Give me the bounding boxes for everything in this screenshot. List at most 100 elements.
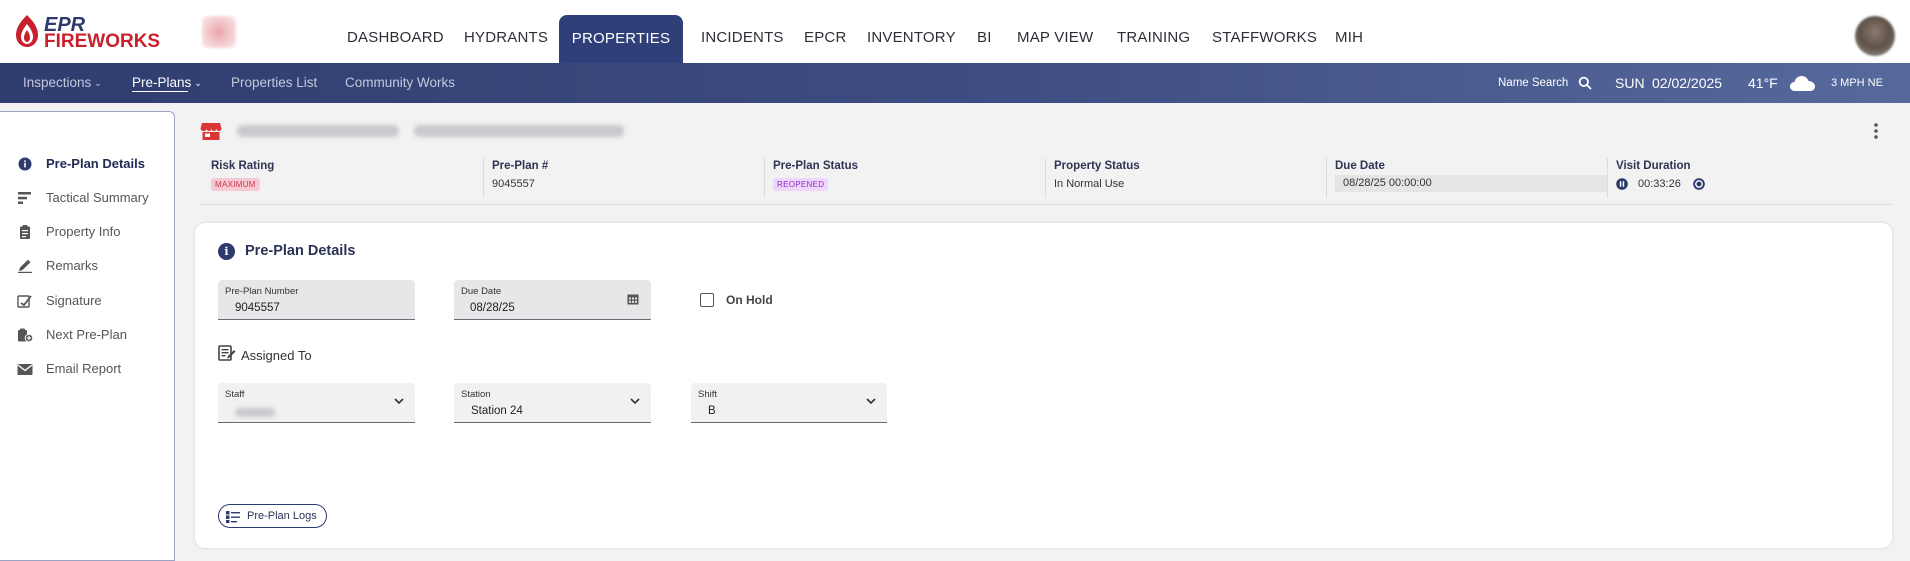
pencil-icon <box>18 259 32 273</box>
nav-properties[interactable]: PROPERTIES <box>559 15 683 63</box>
sidebar-item-next-pre-plan[interactable]: Next Pre-Plan <box>0 322 174 348</box>
preplan-number-value: 9045557 <box>492 178 535 190</box>
next-plan-icon <box>18 328 33 342</box>
flame-logo-icon <box>16 15 38 47</box>
subnav-pre-plans-label: Pre-Plans <box>132 75 192 90</box>
nav-hydrants[interactable]: HYDRANTS <box>464 0 548 63</box>
more-options-icon[interactable] <box>1868 120 1884 142</box>
pre-plan-logs-button[interactable]: Pre-Plan Logs <box>218 504 327 528</box>
info-icon: i <box>218 243 235 260</box>
due-date-input[interactable]: Due Date 08/28/25 <box>454 280 651 320</box>
subnav-inspections-label: Inspections <box>23 75 92 90</box>
property-name-redacted <box>237 125 399 137</box>
sidebar-item-remarks[interactable]: Remarks <box>0 253 174 279</box>
preplan-status-label: Pre-Plan Status <box>773 160 858 172</box>
subnav-inspections[interactable]: Inspections ⌄ <box>23 63 102 103</box>
visit-duration-field: Visit Duration 00:33:26 <box>1616 160 1705 200</box>
field-label: Due Date <box>461 286 502 297</box>
top-bar: EPR FIREWORKS DASHBOARD HYDRANTS PROPERT… <box>0 0 1910 63</box>
column-divider <box>764 158 765 198</box>
active-underline <box>132 91 188 92</box>
search-icon[interactable] <box>1578 76 1592 90</box>
pre-plan-logs-label: Pre-Plan Logs <box>247 510 317 522</box>
due-date-field: Due Date 08/28/25 00:00:00 <box>1335 160 1607 200</box>
column-divider <box>1045 158 1046 198</box>
sidebar-item-label: Tactical Summary <box>46 190 149 205</box>
column-divider <box>1607 158 1608 198</box>
column-divider <box>1326 158 1327 198</box>
field-label: Shift <box>698 389 718 400</box>
preplan-number-label: Pre-Plan # <box>492 160 549 172</box>
preplan-number-input[interactable]: Pre-Plan Number 9045557 <box>218 280 415 320</box>
due-date-label: Due Date <box>1335 160 1385 172</box>
nav-staffworks[interactable]: STAFFWORKS <box>1212 0 1317 63</box>
app-logo[interactable]: EPR FIREWORKS <box>14 12 160 52</box>
stop-icon[interactable] <box>1693 178 1705 190</box>
sidebar-item-email-report[interactable]: Email Report <box>0 356 174 382</box>
name-search-label[interactable]: Name Search <box>1498 63 1568 103</box>
nav-inventory[interactable]: INVENTORY <box>867 0 956 63</box>
chevron-down-icon <box>866 398 876 405</box>
subnav-community-works[interactable]: Community Works <box>345 63 455 103</box>
sidebar-item-label: Remarks <box>46 258 99 273</box>
visit-duration-value: 00:33:26 <box>1638 178 1681 190</box>
sidebar-item-tactical-summary[interactable]: Tactical Summary <box>0 185 174 211</box>
column-divider <box>483 158 484 198</box>
on-hold-checkbox[interactable] <box>700 293 714 307</box>
chevron-down-icon: ⌄ <box>194 78 202 88</box>
assigned-to-heading: Assigned To <box>241 348 312 363</box>
nav-mih[interactable]: MIH <box>1335 0 1363 63</box>
user-avatar[interactable] <box>1855 16 1895 56</box>
field-label: Staff <box>225 389 245 400</box>
temperature: 41°F <box>1748 75 1778 91</box>
station-select[interactable]: Station Station 24 <box>454 383 651 423</box>
nav-dashboard[interactable]: DASHBOARD <box>347 0 444 63</box>
wind-speed: 3 MPH NE <box>1831 77 1883 89</box>
nav-epcr[interactable]: EPCR <box>804 0 846 63</box>
clipboard-icon <box>20 225 30 239</box>
sidebar-item-label: Email Report <box>46 361 122 376</box>
card-title: Pre-Plan Details <box>245 243 356 259</box>
edit-note-icon <box>218 345 236 361</box>
risk-rating-field: Risk Rating MAXIMUM <box>211 160 274 200</box>
sidebar-item-label: Property Info <box>46 224 121 239</box>
sidebar-item-property-info[interactable]: Property Info <box>0 219 174 245</box>
sidebar-item-label: Pre-Plan Details <box>46 156 145 171</box>
nav-map-view[interactable]: MAP VIEW <box>1017 0 1093 63</box>
preplan-status-field: Pre-Plan Status REOPENED <box>773 160 858 200</box>
storefront-icon <box>200 123 222 140</box>
logs-list-icon <box>226 511 240 523</box>
nav-bi[interactable]: BI <box>977 0 992 63</box>
risk-rating-label: Risk Rating <box>211 160 275 172</box>
subnav-properties-list[interactable]: Properties List <box>231 63 317 103</box>
current-date: 02/02/2025 <box>1652 75 1723 91</box>
field-value: 9045557 <box>235 302 280 314</box>
on-hold-label: On Hold <box>726 293 773 307</box>
staff-select[interactable]: Staff <box>218 383 415 423</box>
envelope-icon <box>17 364 33 375</box>
preplan-status-badge: REOPENED <box>773 178 829 191</box>
shift-select[interactable]: Shift B <box>691 383 887 423</box>
header-divider <box>200 204 1892 205</box>
sidebar-item-label: Next Pre-Plan <box>46 327 127 342</box>
chevron-down-icon: ⌄ <box>94 78 102 88</box>
sidebar-item-signature[interactable]: Signature <box>0 288 174 314</box>
due-date-value: 08/28/25 00:00:00 <box>1335 175 1607 192</box>
property-address-redacted <box>414 125 624 137</box>
nav-training[interactable]: TRAINING <box>1117 0 1190 63</box>
sidebar-item-pre-plan-details[interactable]: Pre-Plan Details <box>0 151 174 177</box>
field-value: 08/28/25 <box>470 302 515 314</box>
nav-incidents[interactable]: INCIDENTS <box>701 0 784 63</box>
cloud-icon <box>1790 76 1815 91</box>
calendar-icon[interactable] <box>627 293 639 305</box>
chevron-down-icon <box>394 398 404 405</box>
field-value: B <box>708 405 716 417</box>
property-status-label: Property Status <box>1054 160 1140 172</box>
pause-icon[interactable] <box>1616 178 1628 190</box>
summary-bars-icon <box>18 192 31 204</box>
field-label: Station <box>461 389 491 400</box>
left-sidebar: Pre-Plan Details Tactical Summary Proper… <box>0 111 175 561</box>
agency-badge <box>202 16 236 48</box>
subnav-pre-plans[interactable]: Pre-Plans ⌄ <box>132 63 202 103</box>
field-label: Pre-Plan Number <box>225 286 299 297</box>
